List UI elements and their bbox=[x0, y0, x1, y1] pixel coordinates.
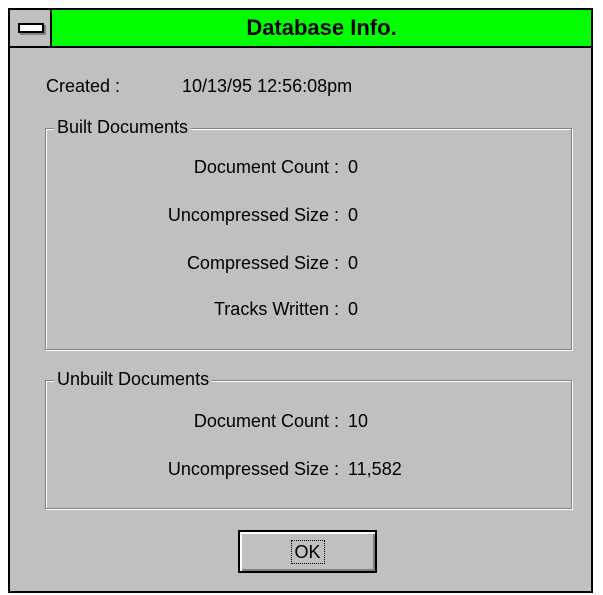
title-bar: Database Info. bbox=[10, 10, 591, 48]
system-menu-button[interactable] bbox=[10, 10, 52, 46]
built-document-count-value: 0 bbox=[348, 157, 359, 177]
built-row-document-count: Document Count : 0 bbox=[46, 157, 571, 181]
ok-button[interactable]: OK bbox=[238, 530, 377, 573]
window-title: Database Info. bbox=[246, 15, 397, 40]
built-uncompressed-size-value: 0 bbox=[348, 205, 359, 225]
built-compressed-size-label: Compressed Size : bbox=[186, 253, 339, 273]
unbuilt-row-document-count: Document Count : 10 bbox=[46, 411, 571, 435]
built-documents-group: Built Documents Document Count : 0 Uncom… bbox=[45, 117, 572, 350]
built-row-uncompressed-size: Uncompressed Size : 0 bbox=[46, 205, 571, 229]
unbuilt-document-count-value: 10 bbox=[348, 411, 369, 431]
unbuilt-row-uncompressed-size: Uncompressed Size : 11,582 bbox=[46, 459, 571, 483]
unbuilt-document-count-label: Document Count : bbox=[193, 411, 339, 431]
built-row-tracks-written: Tracks Written : 0 bbox=[46, 299, 571, 323]
created-label: Created : bbox=[46, 76, 121, 96]
ok-button-label: OK bbox=[290, 539, 325, 564]
built-tracks-written-value: 0 bbox=[348, 299, 359, 319]
built-row-compressed-size: Compressed Size : 0 bbox=[46, 253, 571, 277]
unbuilt-uncompressed-size-value: 11,582 bbox=[348, 459, 402, 479]
created-value: 10/13/95 12:56:08pm bbox=[182, 76, 353, 96]
built-uncompressed-size-label: Uncompressed Size : bbox=[167, 205, 339, 225]
database-info-dialog: Database Info. Created : 10/13/95 12:56:… bbox=[8, 8, 593, 593]
unbuilt-documents-group: Unbuilt Documents Document Count : 10 Un… bbox=[45, 369, 572, 509]
built-documents-title: Built Documents bbox=[54, 117, 192, 138]
built-compressed-size-value: 0 bbox=[348, 253, 359, 273]
unbuilt-uncompressed-size-label: Uncompressed Size : bbox=[167, 459, 339, 479]
built-document-count-label: Document Count : bbox=[193, 157, 339, 177]
unbuilt-documents-title: Unbuilt Documents bbox=[54, 369, 213, 390]
system-menu-icon bbox=[18, 23, 44, 33]
built-tracks-written-label: Tracks Written : bbox=[213, 299, 339, 319]
